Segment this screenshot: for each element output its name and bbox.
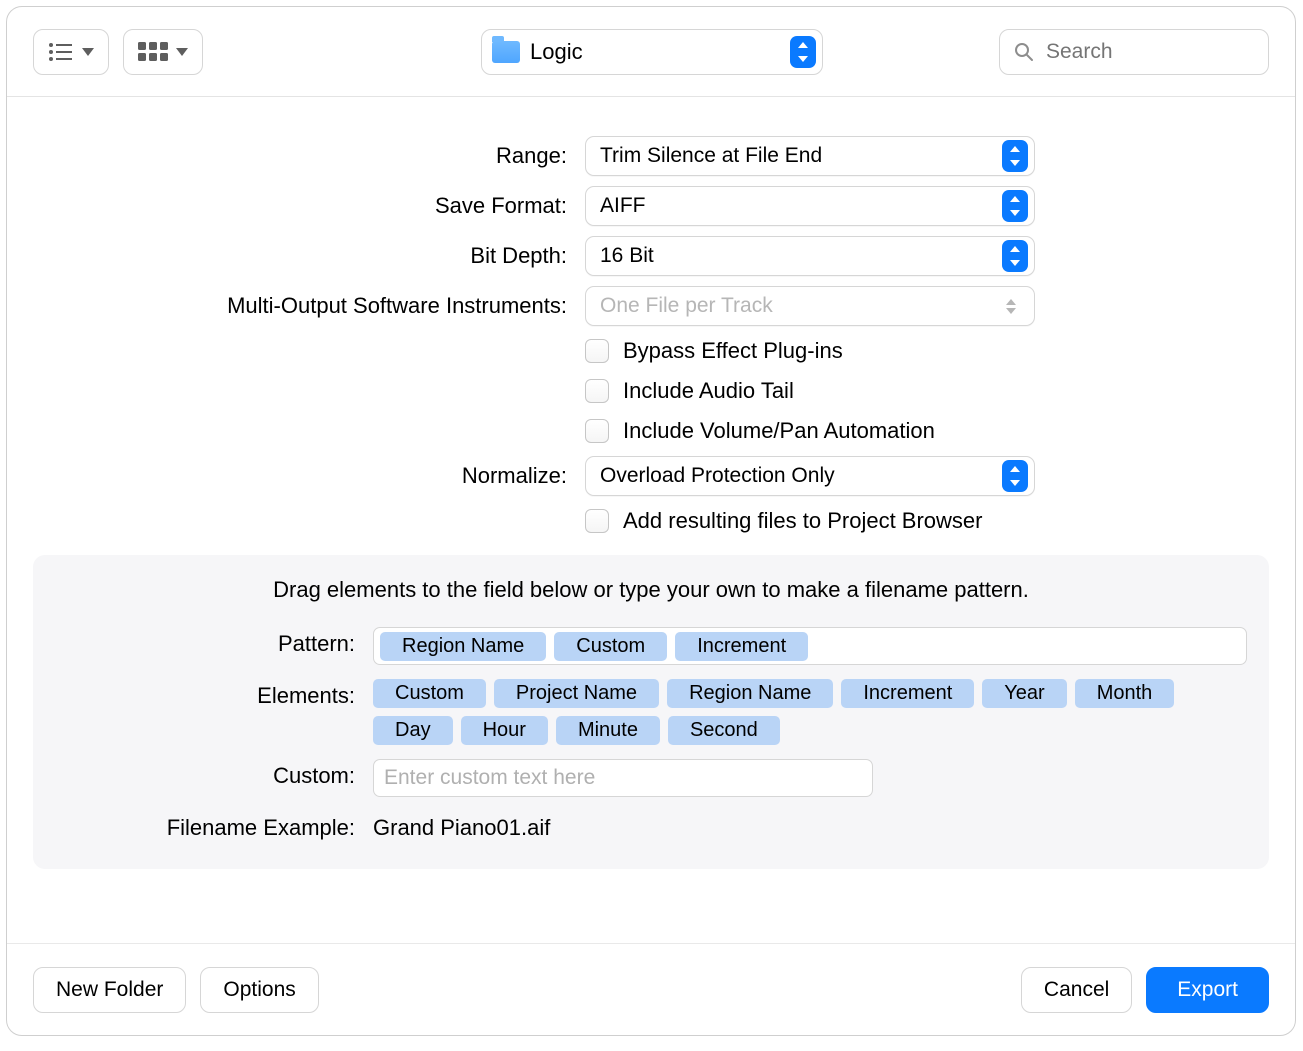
element-token[interactable]: Project Name: [494, 679, 659, 708]
example-label: Filename Example:: [55, 811, 355, 841]
options-button[interactable]: Options: [200, 967, 318, 1013]
export-button[interactable]: Export: [1146, 967, 1269, 1013]
add-to-browser-checkbox[interactable]: [585, 509, 609, 533]
normalize-popup[interactable]: Overload Protection Only: [585, 456, 1035, 496]
location-label: Logic: [530, 39, 780, 65]
include-tail-label: Include Audio Tail: [623, 378, 794, 404]
normalize-label: Normalize:: [7, 463, 567, 489]
list-icon: [48, 42, 74, 62]
pattern-intro: Drag elements to the field below or type…: [55, 577, 1247, 603]
save-format-popup[interactable]: AIFF: [585, 186, 1035, 226]
save-format-label: Save Format:: [7, 193, 567, 219]
element-token[interactable]: Second: [668, 716, 780, 745]
pattern-label: Pattern:: [55, 627, 355, 657]
element-token[interactable]: Day: [373, 716, 453, 745]
range-popup[interactable]: Trim Silence at File End: [585, 136, 1035, 176]
element-token[interactable]: Minute: [556, 716, 660, 745]
updown-icon: [1002, 190, 1028, 222]
sidebar-toggle-button[interactable]: [33, 29, 109, 75]
location-popup[interactable]: Logic: [481, 29, 823, 75]
updown-icon: [1002, 240, 1028, 272]
multi-output-popup: One File per Track: [585, 286, 1035, 326]
bit-depth-label: Bit Depth:: [7, 243, 567, 269]
new-folder-button[interactable]: New Folder: [33, 967, 186, 1013]
search-field[interactable]: [999, 29, 1269, 75]
add-to-browser-label: Add resulting files to Project Browser: [623, 508, 983, 534]
example-value: Grand Piano01.aif: [373, 811, 550, 841]
view-mode-button[interactable]: [123, 29, 203, 75]
pattern-token[interactable]: Increment: [675, 632, 808, 661]
elements-area: Custom Project Name Region Name Increment Ye…: [373, 679, 1247, 745]
cancel-button[interactable]: Cancel: [1021, 967, 1132, 1013]
pattern-token[interactable]: Region Name: [380, 632, 546, 661]
element-token[interactable]: Increment: [841, 679, 974, 708]
dialog-footer: New Folder Options Cancel Export: [7, 943, 1295, 1035]
chevron-down-icon: [176, 48, 188, 56]
custom-input[interactable]: [373, 759, 873, 797]
export-dialog: Logic Range: Trim Silence at File End Sa…: [6, 6, 1296, 1036]
elements-label: Elements:: [55, 679, 355, 709]
updown-icon: [790, 36, 816, 68]
element-token[interactable]: Region Name: [667, 679, 833, 708]
dialog-body: Range: Trim Silence at File End Save For…: [7, 97, 1295, 943]
search-icon: [1014, 42, 1034, 62]
element-token[interactable]: Custom: [373, 679, 486, 708]
custom-label: Custom:: [55, 759, 355, 789]
search-input[interactable]: [1044, 39, 1254, 65]
toolbar: Logic: [7, 7, 1295, 97]
include-volpan-label: Include Volume/Pan Automation: [623, 418, 935, 444]
range-label: Range:: [7, 143, 567, 169]
element-token[interactable]: Year: [982, 679, 1066, 708]
pattern-token[interactable]: Custom: [554, 632, 667, 661]
grid-icon: [138, 42, 168, 62]
include-volpan-checkbox[interactable]: [585, 419, 609, 443]
element-token[interactable]: Month: [1075, 679, 1175, 708]
element-token[interactable]: Hour: [461, 716, 548, 745]
folder-icon: [492, 41, 520, 63]
filename-pattern-panel: Drag elements to the field below or type…: [33, 555, 1269, 869]
pattern-field[interactable]: Region Name Custom Increment: [373, 627, 1247, 665]
bit-depth-popup[interactable]: 16 Bit: [585, 236, 1035, 276]
updown-icon: [1002, 140, 1028, 172]
updown-icon: [1000, 292, 1022, 320]
multi-output-label: Multi-Output Software Instruments:: [7, 293, 567, 319]
include-tail-checkbox[interactable]: [585, 379, 609, 403]
updown-icon: [1002, 460, 1028, 492]
chevron-down-icon: [82, 48, 94, 56]
bypass-fx-checkbox[interactable]: [585, 339, 609, 363]
bypass-fx-label: Bypass Effect Plug-ins: [623, 338, 843, 364]
